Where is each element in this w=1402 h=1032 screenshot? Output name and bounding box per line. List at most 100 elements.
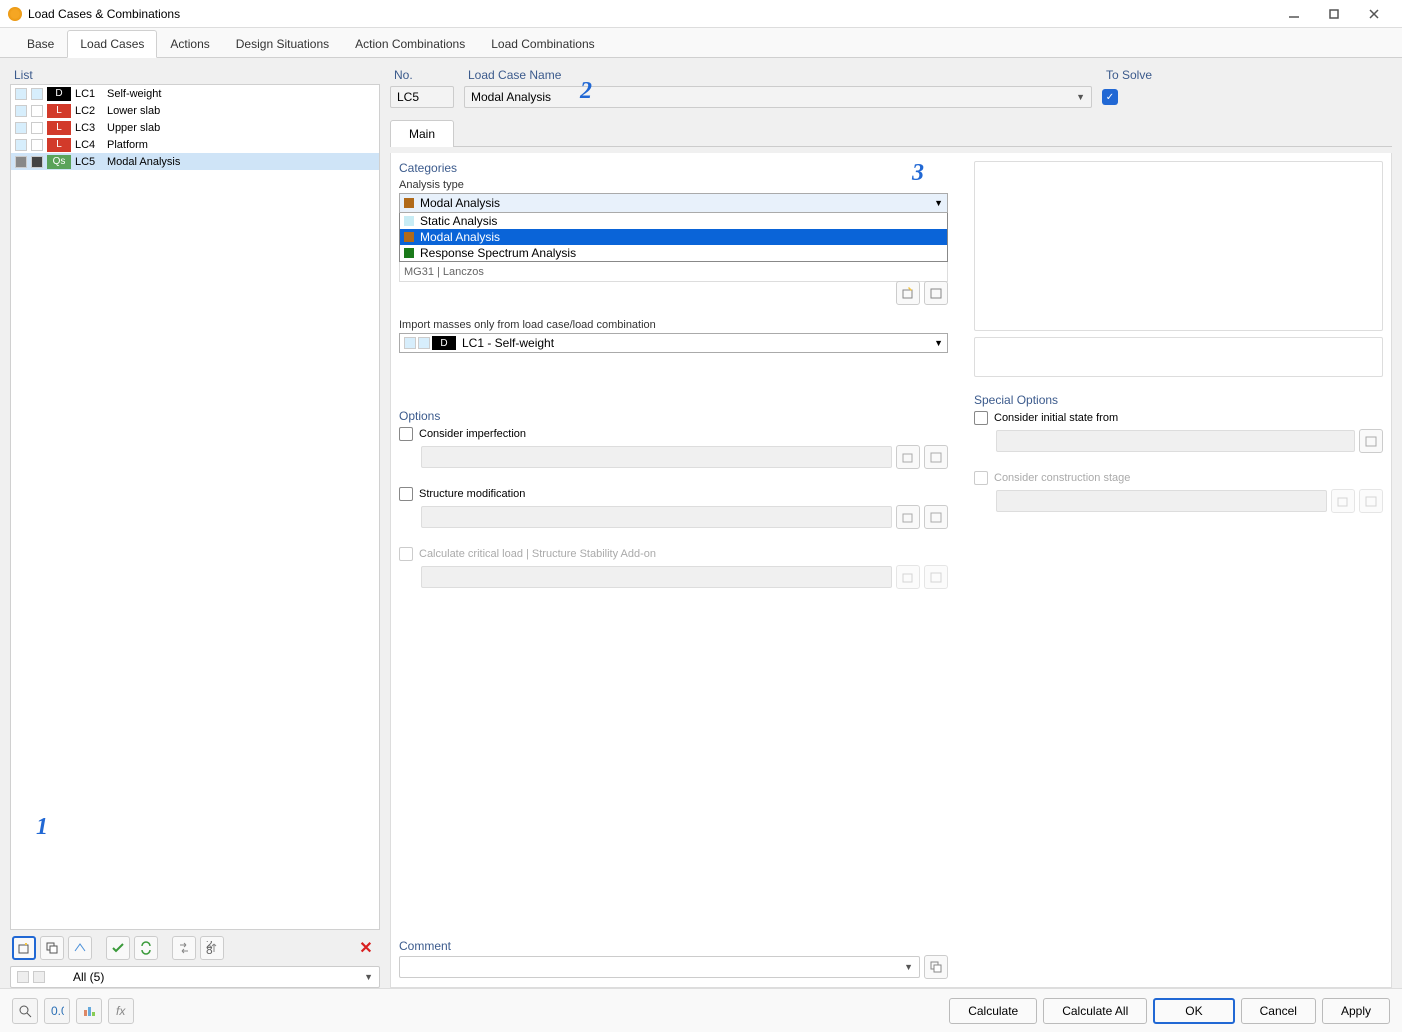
copy-button[interactable] bbox=[40, 936, 64, 960]
calculate-button[interactable]: Calculate bbox=[949, 998, 1037, 1024]
option-label: Static Analysis bbox=[420, 214, 497, 228]
name-label: Load Case Name bbox=[464, 66, 1092, 84]
analysis-type-list[interactable]: Static Analysis Modal AnalysisResponse Sp… bbox=[399, 213, 948, 262]
maximize-button[interactable] bbox=[1314, 0, 1354, 28]
solve-label: To Solve bbox=[1102, 66, 1392, 84]
no-input[interactable]: LC5 bbox=[390, 86, 454, 108]
filter-swatch2 bbox=[33, 971, 45, 983]
swap-button[interactable] bbox=[172, 936, 196, 960]
new-button[interactable] bbox=[12, 936, 36, 960]
calculate-all-button[interactable]: Calculate All bbox=[1043, 998, 1147, 1024]
structure-mod-new-button[interactable] bbox=[896, 505, 920, 529]
edit-modal-button[interactable] bbox=[896, 281, 920, 305]
list-swatch2 bbox=[31, 88, 43, 100]
construction-stage-open-button bbox=[1359, 489, 1383, 513]
load-case-list[interactable]: DLC1Self-weight L LC2 Lower slab LLC3Upper s… bbox=[10, 84, 380, 930]
open-modal-button[interactable] bbox=[924, 281, 948, 305]
maximize-icon bbox=[1327, 7, 1341, 21]
sync-button[interactable] bbox=[134, 936, 158, 960]
inner-tab-main[interactable]: Main bbox=[390, 120, 454, 147]
check-button[interactable] bbox=[106, 936, 130, 960]
initial-state-label: Consider initial state from bbox=[994, 412, 1118, 424]
list-filter-dropdown[interactable]: All (5) ▼ bbox=[10, 966, 380, 988]
new-icon bbox=[901, 450, 915, 464]
edit-icon bbox=[901, 286, 915, 300]
apply-button[interactable]: Apply bbox=[1322, 998, 1390, 1024]
ok-button[interactable]: OK bbox=[1153, 998, 1234, 1024]
analysis-type-option[interactable]: Modal Analysis bbox=[400, 229, 947, 245]
tab-load-combinations[interactable]: Load Combinations bbox=[478, 30, 607, 57]
imperfection-new-button[interactable] bbox=[896, 445, 920, 469]
chevron-down-icon: ▼ bbox=[1076, 92, 1085, 102]
list-item[interactable]: LLC4Platform bbox=[11, 136, 379, 153]
svg-text:8: 8 bbox=[206, 943, 213, 955]
list-item[interactable]: DLC1Self-weight bbox=[11, 85, 379, 102]
svg-text:fx: fx bbox=[116, 1004, 126, 1018]
critical-load-new-button bbox=[896, 565, 920, 589]
masked-row: MG31 | Lanczos bbox=[399, 262, 948, 282]
list-badge: L bbox=[47, 138, 71, 152]
import-masses-dropdown[interactable]: D LC1 - Self-weight ▼ bbox=[399, 333, 948, 353]
footer-units-button[interactable]: 0.00 bbox=[44, 998, 70, 1024]
tab-bar: Base Load Cases Actions Design Situation… bbox=[0, 28, 1402, 58]
delete-button[interactable]: ✕ bbox=[354, 936, 378, 960]
new-icon bbox=[901, 570, 915, 584]
tab-design-situations[interactable]: Design Situations bbox=[223, 30, 342, 57]
new-icon bbox=[901, 510, 915, 524]
option-swatch bbox=[404, 232, 414, 242]
construction-stage-checkbox bbox=[974, 471, 988, 485]
list-code: LC4 bbox=[75, 139, 103, 151]
window-controls bbox=[1274, 0, 1394, 28]
footer-search-button[interactable] bbox=[12, 998, 38, 1024]
open-icon bbox=[929, 286, 943, 300]
cancel-button[interactable]: Cancel bbox=[1241, 998, 1316, 1024]
footer-bar: 0.00 fx Calculate Calculate All OK Cance… bbox=[0, 988, 1402, 1032]
comment-copy-button[interactable] bbox=[924, 955, 948, 979]
preview-box-2 bbox=[974, 337, 1383, 377]
swap-icon bbox=[177, 941, 191, 955]
footer-graph-button[interactable] bbox=[76, 998, 102, 1024]
list-item[interactable]: LLC3Upper slab bbox=[11, 119, 379, 136]
insert-button[interactable] bbox=[68, 936, 92, 960]
footer-fx-button[interactable]: fx bbox=[108, 998, 134, 1024]
list-code: LC2 bbox=[75, 105, 103, 117]
preview-box-1 bbox=[974, 161, 1383, 331]
option-label: Modal Analysis bbox=[420, 230, 500, 244]
initial-state-open-button[interactable] bbox=[1359, 429, 1383, 453]
insert-icon bbox=[73, 941, 87, 955]
import-value: LC1 - Self-weight bbox=[462, 336, 554, 350]
analysis-type-label: Analysis type bbox=[399, 179, 948, 191]
name-combo[interactable]: Modal Analysis ▼ bbox=[464, 86, 1092, 108]
tab-actions[interactable]: Actions bbox=[157, 30, 222, 57]
analysis-type-option[interactable]: Response Spectrum Analysis bbox=[400, 245, 947, 261]
tab-action-combinations[interactable]: Action Combinations bbox=[342, 30, 478, 57]
options-header: Options bbox=[399, 409, 948, 423]
critical-load-field bbox=[421, 566, 892, 588]
imperfection-checkbox[interactable] bbox=[399, 427, 413, 441]
list-item[interactable]: LLC2Lower slab bbox=[11, 102, 379, 119]
construction-stage-field bbox=[996, 490, 1327, 512]
tab-load-cases[interactable]: Load Cases bbox=[67, 30, 157, 58]
construction-stage-new-button bbox=[1331, 489, 1355, 513]
structure-mod-open-button[interactable] bbox=[924, 505, 948, 529]
list-name: Upper slab bbox=[107, 122, 160, 134]
analysis-type-option[interactable]: Static Analysis bbox=[400, 213, 947, 229]
svg-text:0.00: 0.00 bbox=[51, 1004, 64, 1018]
list-name: Lower slab bbox=[107, 105, 160, 117]
list-name: Self-weight bbox=[107, 88, 161, 100]
comment-input[interactable]: ▼ bbox=[399, 956, 920, 978]
minimize-button[interactable] bbox=[1274, 0, 1314, 28]
critical-load-checkbox bbox=[399, 547, 413, 561]
close-button[interactable] bbox=[1354, 0, 1394, 28]
sort-button[interactable]: 28 bbox=[200, 936, 224, 960]
initial-state-checkbox[interactable] bbox=[974, 411, 988, 425]
copy-icon bbox=[45, 941, 59, 955]
structure-mod-checkbox[interactable] bbox=[399, 487, 413, 501]
list-badge: D bbox=[47, 87, 71, 101]
solve-checkbox[interactable]: ✓ bbox=[1102, 89, 1118, 105]
categories-header: Categories bbox=[399, 161, 948, 175]
imperfection-open-button[interactable] bbox=[924, 445, 948, 469]
tab-base[interactable]: Base bbox=[14, 30, 67, 57]
list-item[interactable]: QsLC5Modal Analysis bbox=[11, 153, 379, 170]
analysis-type-dropdown[interactable]: Modal Analysis ▼ bbox=[399, 193, 948, 213]
